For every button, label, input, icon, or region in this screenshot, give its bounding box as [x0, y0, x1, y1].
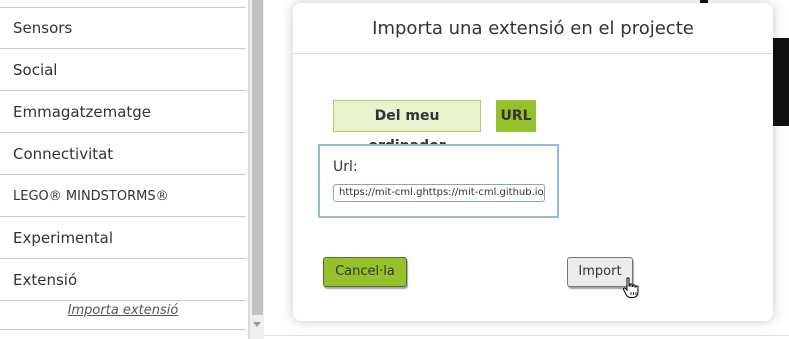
palette-item-experimental[interactable]: Experimental: [0, 218, 246, 259]
palette-item-storage[interactable]: Emmagatzematge: [0, 92, 246, 133]
scrollbar-thumb[interactable]: [252, 0, 263, 315]
palette-item-connectivity[interactable]: Connectivitat: [0, 134, 246, 175]
dialog-header: Importa una extensió en el projecte: [293, 3, 773, 54]
palette-item-lego-mindstorms[interactable]: LEGO® MINDSTORMS®: [0, 176, 246, 217]
divider: [0, 329, 246, 330]
scroll-down-arrow-icon[interactable]: [253, 322, 261, 327]
palette-item-sensors[interactable]: Sensors: [0, 8, 246, 49]
url-label: Url:: [333, 159, 358, 175]
import-extension-link[interactable]: Importa extensió: [0, 303, 246, 318]
palette-item-label: Connectivitat: [13, 145, 114, 163]
import-extension-dialog: Importa una extensió en el projecte Del …: [293, 3, 773, 321]
url-input[interactable]: https://mit-cml.ghttps://mit-cml.github.…: [333, 184, 545, 202]
palette-item-label: Sensors: [13, 19, 73, 37]
cancel-button[interactable]: Cancel·la: [323, 257, 407, 287]
palette-item-social[interactable]: Social: [0, 50, 246, 91]
palette-item-label: Experimental: [13, 229, 114, 247]
palette-item-label: Social: [13, 61, 58, 79]
tab-from-computer[interactable]: Del meu ordinador: [333, 100, 481, 154]
palette-scrollbar[interactable]: [249, 0, 265, 339]
dialog-title: Importa una extensió en el projecte: [372, 18, 694, 39]
tab-url[interactable]: URL: [496, 100, 536, 132]
hand-pointer-icon: [622, 277, 639, 298]
palette-item-extension[interactable]: Extensió: [0, 260, 246, 301]
divider: [264, 335, 789, 336]
palette-item-label: Emmagatzematge: [13, 103, 152, 121]
palette-item-label: Extensió: [13, 271, 78, 289]
url-panel: Url: https://mit-cml.ghttps://mit-cml.gi…: [318, 144, 559, 218]
palette-item-label: LEGO® MINDSTORMS®: [13, 189, 169, 204]
blocks-palette: Sensors Social Emmagatzematge Connectivi…: [0, 0, 249, 339]
